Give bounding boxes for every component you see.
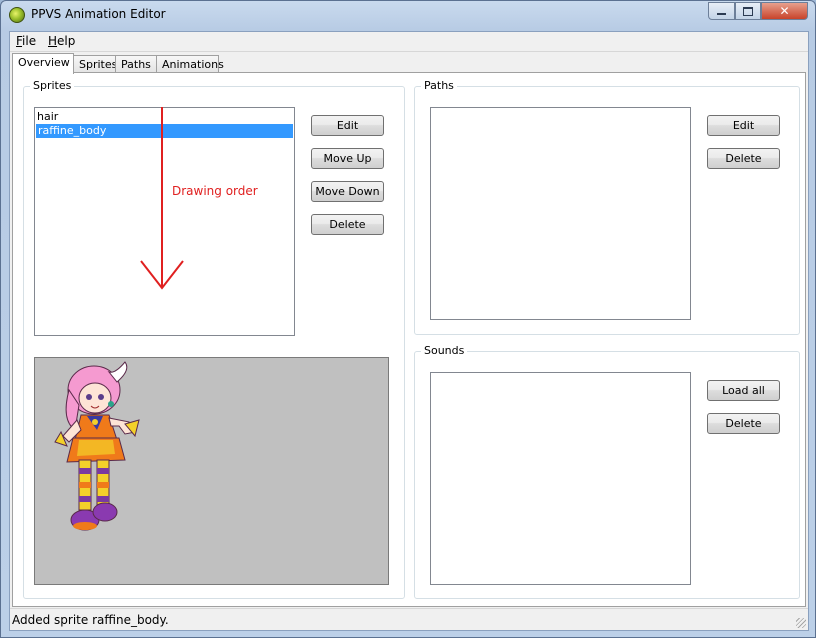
tab-animations[interactable]: Animations: [156, 55, 224, 73]
close-button[interactable]: ✕: [761, 2, 808, 20]
sprites-group: Sprites hair raffine_body Drawing order …: [23, 79, 405, 599]
title-bar[interactable]: PPVS Animation Editor ✕: [1, 1, 815, 31]
sounds-group-title: Sounds: [421, 344, 468, 357]
tab-paths[interactable]: Paths: [115, 55, 157, 73]
menu-help[interactable]: Help: [48, 34, 75, 48]
app-window: PPVS Animation Editor ✕ File Help Overvi…: [0, 0, 816, 638]
close-icon: ✕: [779, 4, 790, 18]
sounds-list[interactable]: [430, 372, 691, 585]
path-delete-button[interactable]: Delete: [707, 148, 780, 169]
drawing-order-arrow-icon: [140, 107, 184, 290]
sound-delete-button[interactable]: Delete: [707, 413, 780, 434]
sprite-delete-button[interactable]: Delete: [311, 214, 384, 235]
sound-load-all-button[interactable]: Load all: [707, 380, 780, 401]
app-icon: [9, 7, 25, 23]
menu-help-mnemonic: H: [48, 34, 58, 48]
sprite-character-image: [54, 361, 140, 531]
sprite-edit-button[interactable]: Edit: [311, 115, 384, 136]
maximize-button[interactable]: [735, 2, 761, 20]
menu-file-label: ile: [22, 34, 37, 48]
paths-group-title: Paths: [421, 79, 457, 92]
minimize-icon: [717, 13, 726, 15]
minimize-button[interactable]: [708, 2, 735, 20]
paths-list[interactable]: [430, 107, 691, 320]
drawing-order-annotation: Drawing order: [172, 184, 258, 198]
overview-pane: Sprites hair raffine_body Drawing order …: [12, 72, 806, 607]
sprite-move-up-button[interactable]: Move Up: [311, 148, 384, 169]
menu-bar: File Help: [10, 32, 808, 52]
window-title: PPVS Animation Editor: [31, 7, 166, 21]
sounds-group: Sounds Load all Delete: [414, 344, 800, 599]
sprite-move-down-button[interactable]: Move Down: [311, 181, 384, 202]
maximize-icon: [743, 6, 753, 16]
resize-grip-icon[interactable]: [796, 618, 806, 628]
paths-group: Paths Edit Delete: [414, 79, 800, 335]
tab-overview[interactable]: Overview: [12, 53, 74, 74]
tab-sprites[interactable]: Sprites: [73, 55, 117, 73]
client-area: File Help Overview Sprites Paths Animati…: [9, 31, 809, 631]
menu-file[interactable]: File: [16, 34, 36, 48]
menu-help-label: elp: [57, 34, 76, 48]
sprites-group-title: Sprites: [30, 79, 75, 92]
status-text: Added sprite raffine_body.: [12, 613, 169, 627]
path-edit-button[interactable]: Edit: [707, 115, 780, 136]
sprite-preview-canvas[interactable]: [34, 357, 389, 585]
status-bar: Added sprite raffine_body.: [10, 608, 808, 630]
